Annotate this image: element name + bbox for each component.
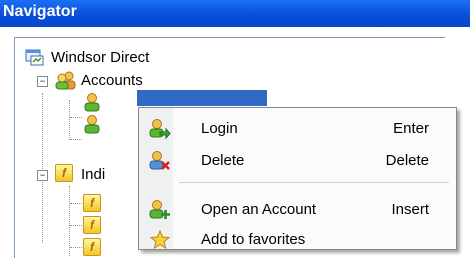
menu-separator [179,182,449,183]
tree-item-index-2[interactable]: f [83,215,109,237]
tree-line [70,117,82,118]
menu-item-delete[interactable]: Delete Delete [139,145,456,175]
menu-item-label: Add to favorites [201,230,306,248]
menu-item-label: Delete [201,151,245,169]
tree-line [70,225,82,226]
collapse-toggle-icon[interactable]: − [37,170,48,181]
function-icon: f [83,194,103,214]
users-group-icon [55,70,76,90]
delete-user-icon [149,150,171,172]
function-icon: f [83,238,103,258]
add-user-icon [149,199,171,221]
selected-tree-item[interactable] [137,90,267,106]
user-icon [83,114,103,134]
tree-line [70,203,82,204]
tree-item-account-1[interactable] [83,91,109,113]
window-titlebar: Navigator [0,0,470,27]
collapse-toggle-icon[interactable]: − [37,76,48,87]
tree-line [70,139,82,140]
menu-item-label: Login [201,119,238,137]
tree-line [42,93,43,243]
tree-item-index-1[interactable]: f [83,193,109,215]
tree-item-indices-label: Indi [81,165,106,183]
window-title: Navigator [3,3,77,20]
menu-item-shortcut: Delete [385,151,429,169]
tree-item-accounts[interactable]: Accounts [55,69,143,91]
context-menu: Login Enter Delete Delete Open an Accoun… [138,107,457,250]
tree-line [69,186,70,256]
function-icon: f [55,164,75,184]
menu-item-shortcut: Enter [393,119,429,137]
tree-item-accounts-label: Accounts [81,71,143,89]
menu-item-label: Open an Account [201,200,317,218]
menu-item-login[interactable]: Login Enter [139,113,456,143]
tree-item-account-2[interactable] [83,113,109,135]
menu-item-open-account[interactable]: Open an Account Insert [139,194,456,224]
menu-item-add-favorites[interactable]: Add to favorites [139,224,456,254]
function-icon: f [83,216,103,236]
menu-item-shortcut: Insert [391,200,429,218]
tree-line [69,100,70,140]
tree-root-item[interactable]: Windsor Direct [25,46,149,68]
network-connection-icon [25,47,45,67]
user-icon [83,92,103,112]
tree-item-index-3[interactable]: f [83,237,109,259]
login-user-arrow-icon [149,118,171,140]
tree-item-indices[interactable]: f Indi [55,163,105,185]
tree-root-label: Windsor Direct [51,48,150,66]
